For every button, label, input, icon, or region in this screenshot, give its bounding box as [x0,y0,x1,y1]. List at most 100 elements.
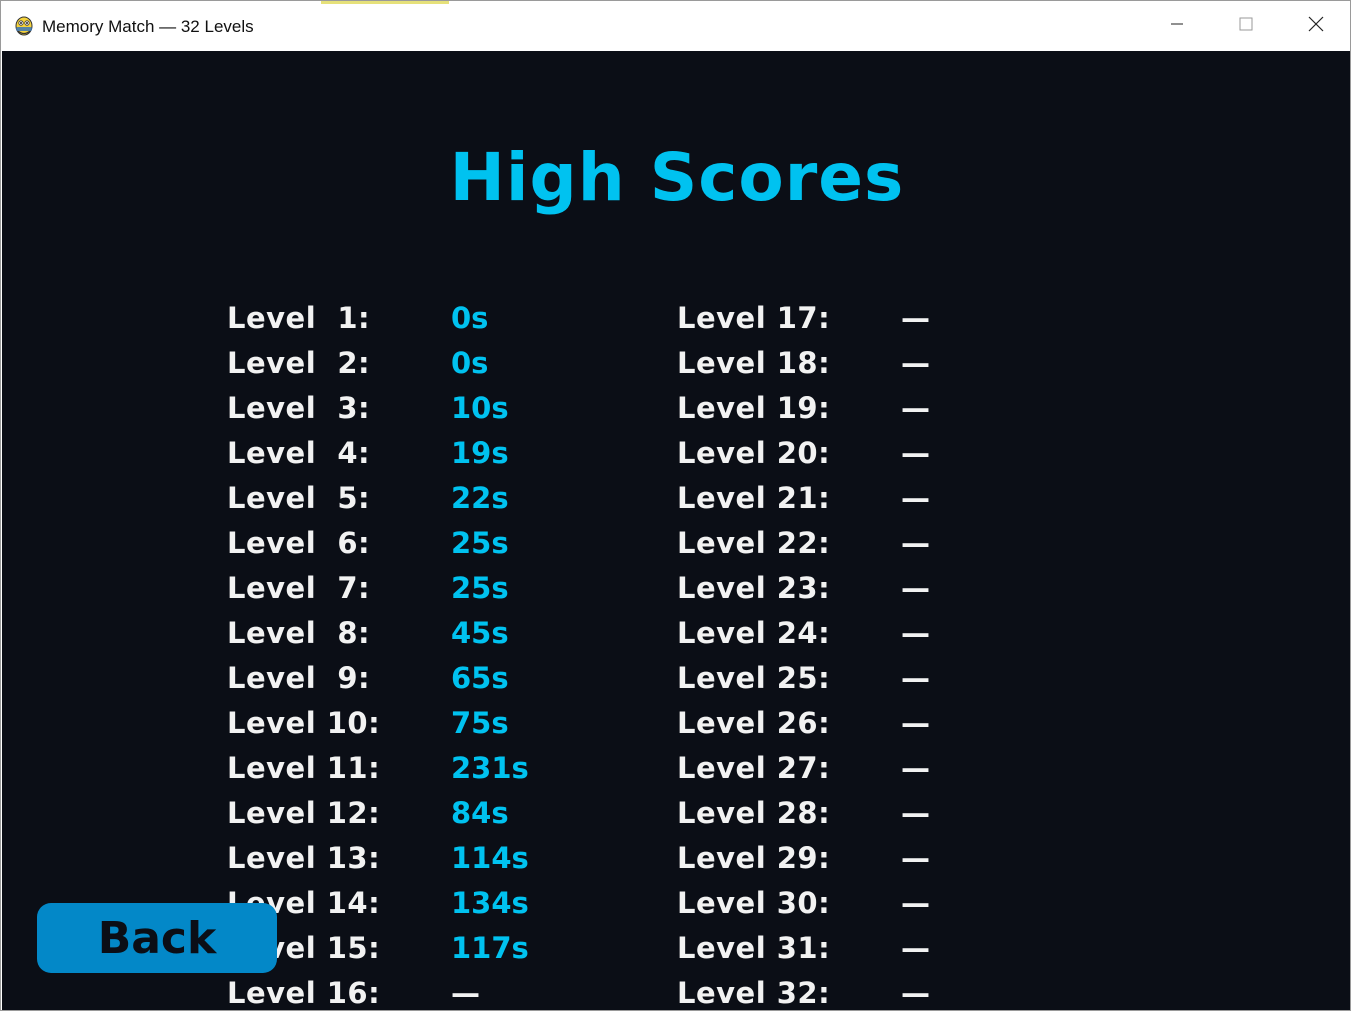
score-row: Level 26: — [677,706,997,751]
level-label: Level 6: [227,526,371,560]
level-score: 25s [451,526,509,560]
level-label: Level 31: [677,931,831,965]
level-score: — [901,661,930,695]
score-row: Level 3: 10s [227,391,547,436]
level-score: 84s [451,796,509,830]
level-score: — [901,931,930,965]
level-score: 75s [451,706,509,740]
level-score: 231s [451,751,529,785]
score-row: Level 28: — [677,796,997,841]
level-label: Level 17: [677,301,831,335]
level-score: — [901,886,930,920]
score-row: Level 27: — [677,751,997,796]
level-score: 0s [451,301,489,335]
score-row: Level 12: 84s [227,796,547,841]
title-bar[interactable]: Memory Match — 32 Levels [1,1,1350,50]
level-label: Level 23: [677,571,831,605]
window-title: Memory Match — 32 Levels [42,17,254,36]
score-row: Level 9: 65s [227,661,547,706]
level-score: — [901,346,930,380]
score-row: Level 5: 22s [227,481,547,526]
score-row: Level 11: 231s [227,751,547,796]
score-row: Level 16: — [227,976,547,1010]
level-label: Level 9: [227,661,371,695]
back-button[interactable]: Back [37,903,277,973]
app-window: Memory Match — 32 Levels High Scores Lev… [0,0,1351,1011]
pygame-snake-icon [13,15,35,37]
level-label: Level 18: [677,346,831,380]
close-button[interactable] [1281,1,1350,50]
level-label: Level 13: [227,841,381,875]
level-label: Level 32: [677,976,831,1010]
level-score: — [901,751,930,785]
level-label: Level 25: [677,661,831,695]
level-score: — [901,301,930,335]
level-score: 134s [451,886,529,920]
level-label: Level 24: [677,616,831,650]
level-score: 114s [451,841,529,875]
title-accent-strip [321,1,449,4]
score-row: Level 7: 25s [227,571,547,616]
level-score: — [901,796,930,830]
level-label: Level 5: [227,481,371,515]
level-label: Level 2: [227,346,371,380]
score-row: Level 19: — [677,391,997,436]
level-score: — [451,976,480,1010]
level-label: Level 8: [227,616,371,650]
level-score: 19s [451,436,509,470]
level-label: Level 19: [677,391,831,425]
level-label: Level 30: [677,886,831,920]
level-score: 0s [451,346,489,380]
score-row: Level 13: 114s [227,841,547,886]
score-row: Level 18: — [677,346,997,391]
level-score: — [901,436,930,470]
level-score: — [901,391,930,425]
level-label: Level 29: [677,841,831,875]
score-row: Level 22: — [677,526,997,571]
level-score: 65s [451,661,509,695]
minimize-button[interactable] [1142,1,1212,50]
score-row: Level 1: 0s [227,301,547,346]
level-label: Level 1: [227,301,371,335]
level-score: 10s [451,391,509,425]
maximize-button[interactable] [1211,1,1281,50]
level-score: — [901,481,930,515]
level-label: Level 3: [227,391,371,425]
level-score: 45s [451,616,509,650]
level-score: — [901,976,930,1010]
level-label: Level 4: [227,436,371,470]
level-label: Level 27: [677,751,831,785]
level-label: Level 21: [677,481,831,515]
level-score: — [901,706,930,740]
level-score: 117s [451,931,529,965]
score-row: Level 32: — [677,976,997,1010]
level-label: Level 20: [677,436,831,470]
score-row: Level 20: — [677,436,997,481]
level-score: — [901,841,930,875]
score-row: Level 29: — [677,841,997,886]
level-score: — [901,571,930,605]
score-row: Level 4: 19s [227,436,547,481]
score-row: Level 21: — [677,481,997,526]
score-row: Level 8: 45s [227,616,547,661]
level-score: — [901,616,930,650]
level-label: Level 26: [677,706,831,740]
minimize-icon [1170,16,1184,35]
score-row: Level 17: — [677,301,997,346]
level-label: Level 12: [227,796,381,830]
level-score: 25s [451,571,509,605]
level-label: Level 16: [227,976,381,1010]
score-row: Level 23: — [677,571,997,616]
maximize-icon [1239,16,1253,35]
close-icon [1308,16,1324,36]
score-row: Level 24: — [677,616,997,661]
score-row: Level 2: 0s [227,346,547,391]
score-row: Level 25: — [677,661,997,706]
level-label: Level 28: [677,796,831,830]
level-label: Level 7: [227,571,371,605]
screen-heading: High Scores [449,139,905,216]
score-row: Level 30: — [677,886,997,931]
level-score: — [901,526,930,560]
level-score: 22s [451,481,509,515]
level-label: Level 11: [227,751,381,785]
